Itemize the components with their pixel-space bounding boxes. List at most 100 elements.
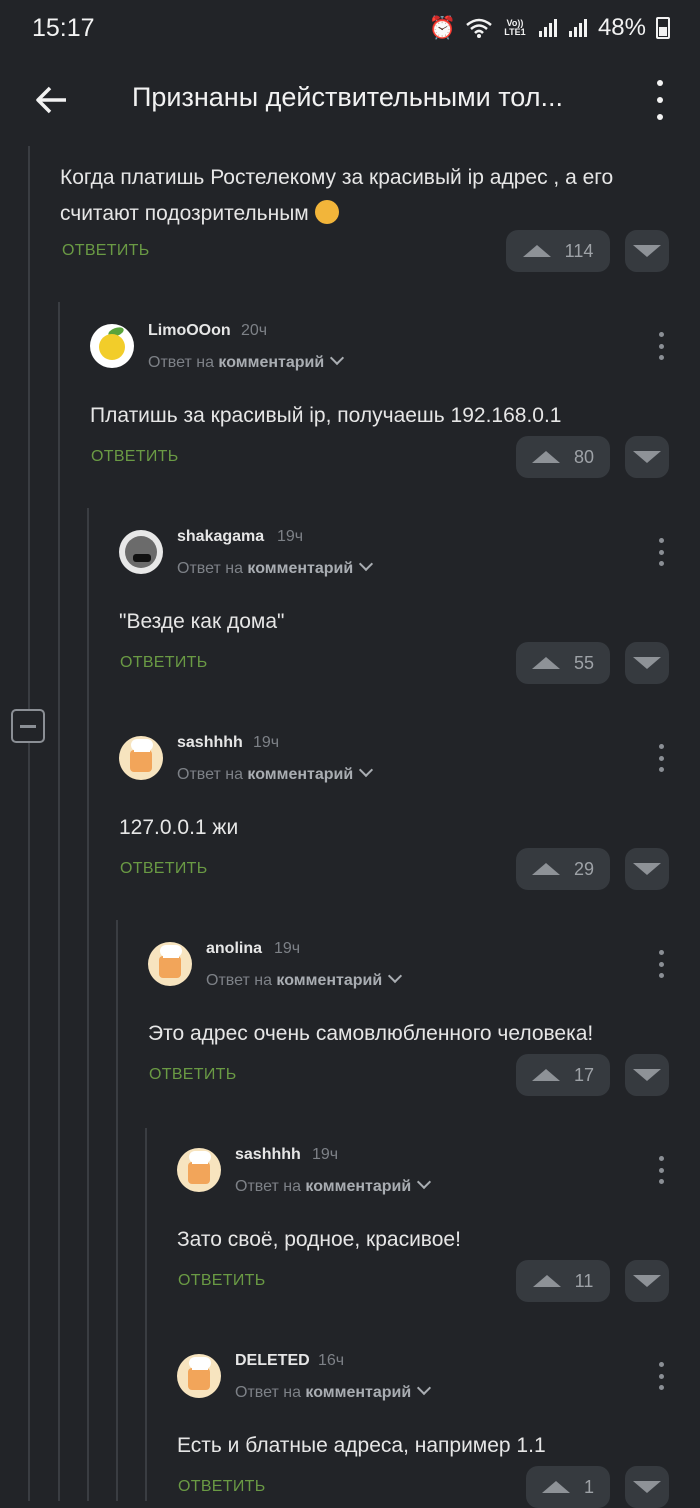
downvote-button[interactable] bbox=[625, 848, 669, 890]
back-arrow-icon[interactable] bbox=[30, 78, 74, 122]
battery-icon bbox=[656, 17, 670, 39]
reply-button[interactable]: ОТВЕТИТЬ bbox=[149, 1066, 237, 1084]
avatar[interactable] bbox=[119, 530, 163, 574]
upvote-icon bbox=[531, 451, 560, 463]
reply-to-link[interactable]: Ответ на комментарий bbox=[206, 968, 403, 990]
downvote-button[interactable] bbox=[625, 1054, 669, 1096]
upvote-button[interactable]: 114 bbox=[506, 230, 610, 272]
comment-more-icon[interactable] bbox=[656, 1156, 666, 1184]
reply-prefix: Ответ на bbox=[235, 1384, 301, 1401]
avatar[interactable] bbox=[148, 942, 192, 986]
comment-text: Зато своё, родное, красивое! bbox=[177, 1228, 461, 1251]
chevron-down-icon[interactable] bbox=[359, 762, 374, 778]
chevron-down-icon[interactable] bbox=[417, 1174, 432, 1190]
comment-more-icon[interactable] bbox=[656, 332, 666, 360]
chevron-down-icon[interactable] bbox=[330, 350, 345, 366]
page-title: Признаны действительными тол... bbox=[132, 82, 563, 112]
downvote-button[interactable] bbox=[625, 642, 669, 684]
reply-button[interactable]: ОТВЕТИТЬ bbox=[178, 1478, 266, 1496]
chevron-down-icon[interactable] bbox=[388, 968, 403, 984]
vote-count: 55 bbox=[573, 652, 595, 673]
downvote-button[interactable] bbox=[625, 230, 669, 272]
downvote-icon bbox=[633, 1275, 661, 1287]
comment-time: 16ч bbox=[318, 1352, 345, 1369]
reply-to-link[interactable]: Ответ на комментарий bbox=[235, 1174, 432, 1196]
reply-button[interactable]: ОТВЕТИТЬ bbox=[120, 654, 208, 672]
downvote-button[interactable] bbox=[625, 1466, 669, 1508]
more-options-icon[interactable] bbox=[648, 80, 672, 120]
downvote-icon bbox=[633, 863, 661, 875]
reply-prefix: Ответ на bbox=[148, 354, 214, 371]
reply-button[interactable]: ОТВЕТИТЬ bbox=[62, 242, 150, 260]
reply-link[interactable]: комментарий bbox=[247, 560, 353, 577]
upvote-button[interactable]: 55 bbox=[516, 642, 610, 684]
upvote-button[interactable]: 17 bbox=[516, 1054, 610, 1096]
comment-time: 20ч bbox=[241, 322, 268, 339]
lte-label: Vo)) LTE1 bbox=[504, 18, 526, 37]
downvote-icon bbox=[633, 1481, 661, 1493]
comment-more-icon[interactable] bbox=[656, 744, 666, 772]
username[interactable]: shakagama bbox=[177, 528, 264, 546]
avatar[interactable] bbox=[177, 1354, 221, 1398]
upvote-icon bbox=[541, 1481, 570, 1493]
upvote-button[interactable]: 11 bbox=[516, 1260, 610, 1302]
reply-link[interactable]: комментарий bbox=[247, 766, 353, 783]
downvote-icon bbox=[633, 1069, 661, 1081]
comment-time: 19ч bbox=[253, 734, 280, 751]
comment-time: 19ч bbox=[277, 528, 304, 545]
username[interactable]: sashhhh bbox=[177, 734, 243, 752]
reply-link[interactable]: комментарий bbox=[218, 354, 324, 371]
avatar[interactable] bbox=[90, 324, 134, 368]
thread-line-2 bbox=[58, 302, 60, 1501]
upvote-button[interactable]: 29 bbox=[516, 848, 610, 890]
status-time: 15:17 bbox=[32, 14, 95, 42]
comment-time: 19ч bbox=[312, 1146, 339, 1163]
thread-line-1 bbox=[28, 146, 30, 1501]
reply-link[interactable]: комментарий bbox=[305, 1384, 411, 1401]
comment-time: 19ч bbox=[274, 940, 301, 957]
upvote-button[interactable]: 80 bbox=[516, 436, 610, 478]
upvote-icon bbox=[531, 863, 560, 875]
reply-prefix: Ответ на bbox=[177, 560, 243, 577]
status-bar: 15:17 ⏰ Vo)) LTE1 48% bbox=[0, 0, 700, 62]
chevron-down-icon[interactable] bbox=[359, 556, 374, 572]
signal-icon-2 bbox=[568, 19, 587, 37]
downvote-button[interactable] bbox=[625, 436, 669, 478]
reply-button[interactable]: ОТВЕТИТЬ bbox=[120, 860, 208, 878]
reply-to-link[interactable]: Ответ на комментарий bbox=[235, 1380, 432, 1402]
vote-count: 17 bbox=[573, 1064, 595, 1085]
upvote-icon bbox=[522, 245, 551, 257]
upvote-icon bbox=[531, 1069, 560, 1081]
reply-button[interactable]: ОТВЕТИТЬ bbox=[178, 1272, 266, 1290]
reply-prefix: Ответ на bbox=[206, 972, 272, 989]
reply-link[interactable]: комментарий bbox=[305, 1178, 411, 1195]
reply-to-link[interactable]: Ответ на комментарий bbox=[177, 556, 374, 578]
upvote-icon bbox=[531, 657, 560, 669]
avatar[interactable] bbox=[177, 1148, 221, 1192]
username[interactable]: LimoOOon bbox=[148, 322, 231, 340]
laughing-emoji-icon bbox=[314, 200, 339, 224]
downvote-button[interactable] bbox=[625, 1260, 669, 1302]
reply-prefix: Ответ на bbox=[235, 1178, 301, 1195]
reply-to-link[interactable]: Ответ на комментарий bbox=[177, 762, 374, 784]
comment-more-icon[interactable] bbox=[656, 538, 666, 566]
collapse-thread-button[interactable] bbox=[11, 709, 45, 743]
reply-link[interactable]: комментарий bbox=[276, 972, 382, 989]
vote-count: 114 bbox=[564, 240, 594, 261]
chevron-down-icon[interactable] bbox=[417, 1380, 432, 1396]
vote-count: 29 bbox=[573, 858, 595, 879]
reply-button[interactable]: ОТВЕТИТЬ bbox=[91, 448, 179, 466]
upvote-button[interactable]: 1 bbox=[526, 1466, 610, 1508]
reply-to-link[interactable]: Ответ на комментарий bbox=[148, 350, 345, 372]
comment-more-icon[interactable] bbox=[656, 950, 666, 978]
username[interactable]: sashhhh bbox=[235, 1146, 301, 1164]
top-comment-text: Когда платишь Ростелекому за красивый ip… bbox=[60, 160, 670, 232]
username[interactable]: anolina bbox=[206, 940, 262, 958]
vote-count: 1 bbox=[583, 1476, 594, 1497]
avatar[interactable] bbox=[119, 736, 163, 780]
downvote-icon bbox=[633, 657, 661, 669]
downvote-icon bbox=[633, 451, 661, 463]
username[interactable]: DELETED bbox=[235, 1352, 310, 1370]
comment-more-icon[interactable] bbox=[656, 1362, 666, 1390]
signal-icon bbox=[538, 19, 557, 37]
